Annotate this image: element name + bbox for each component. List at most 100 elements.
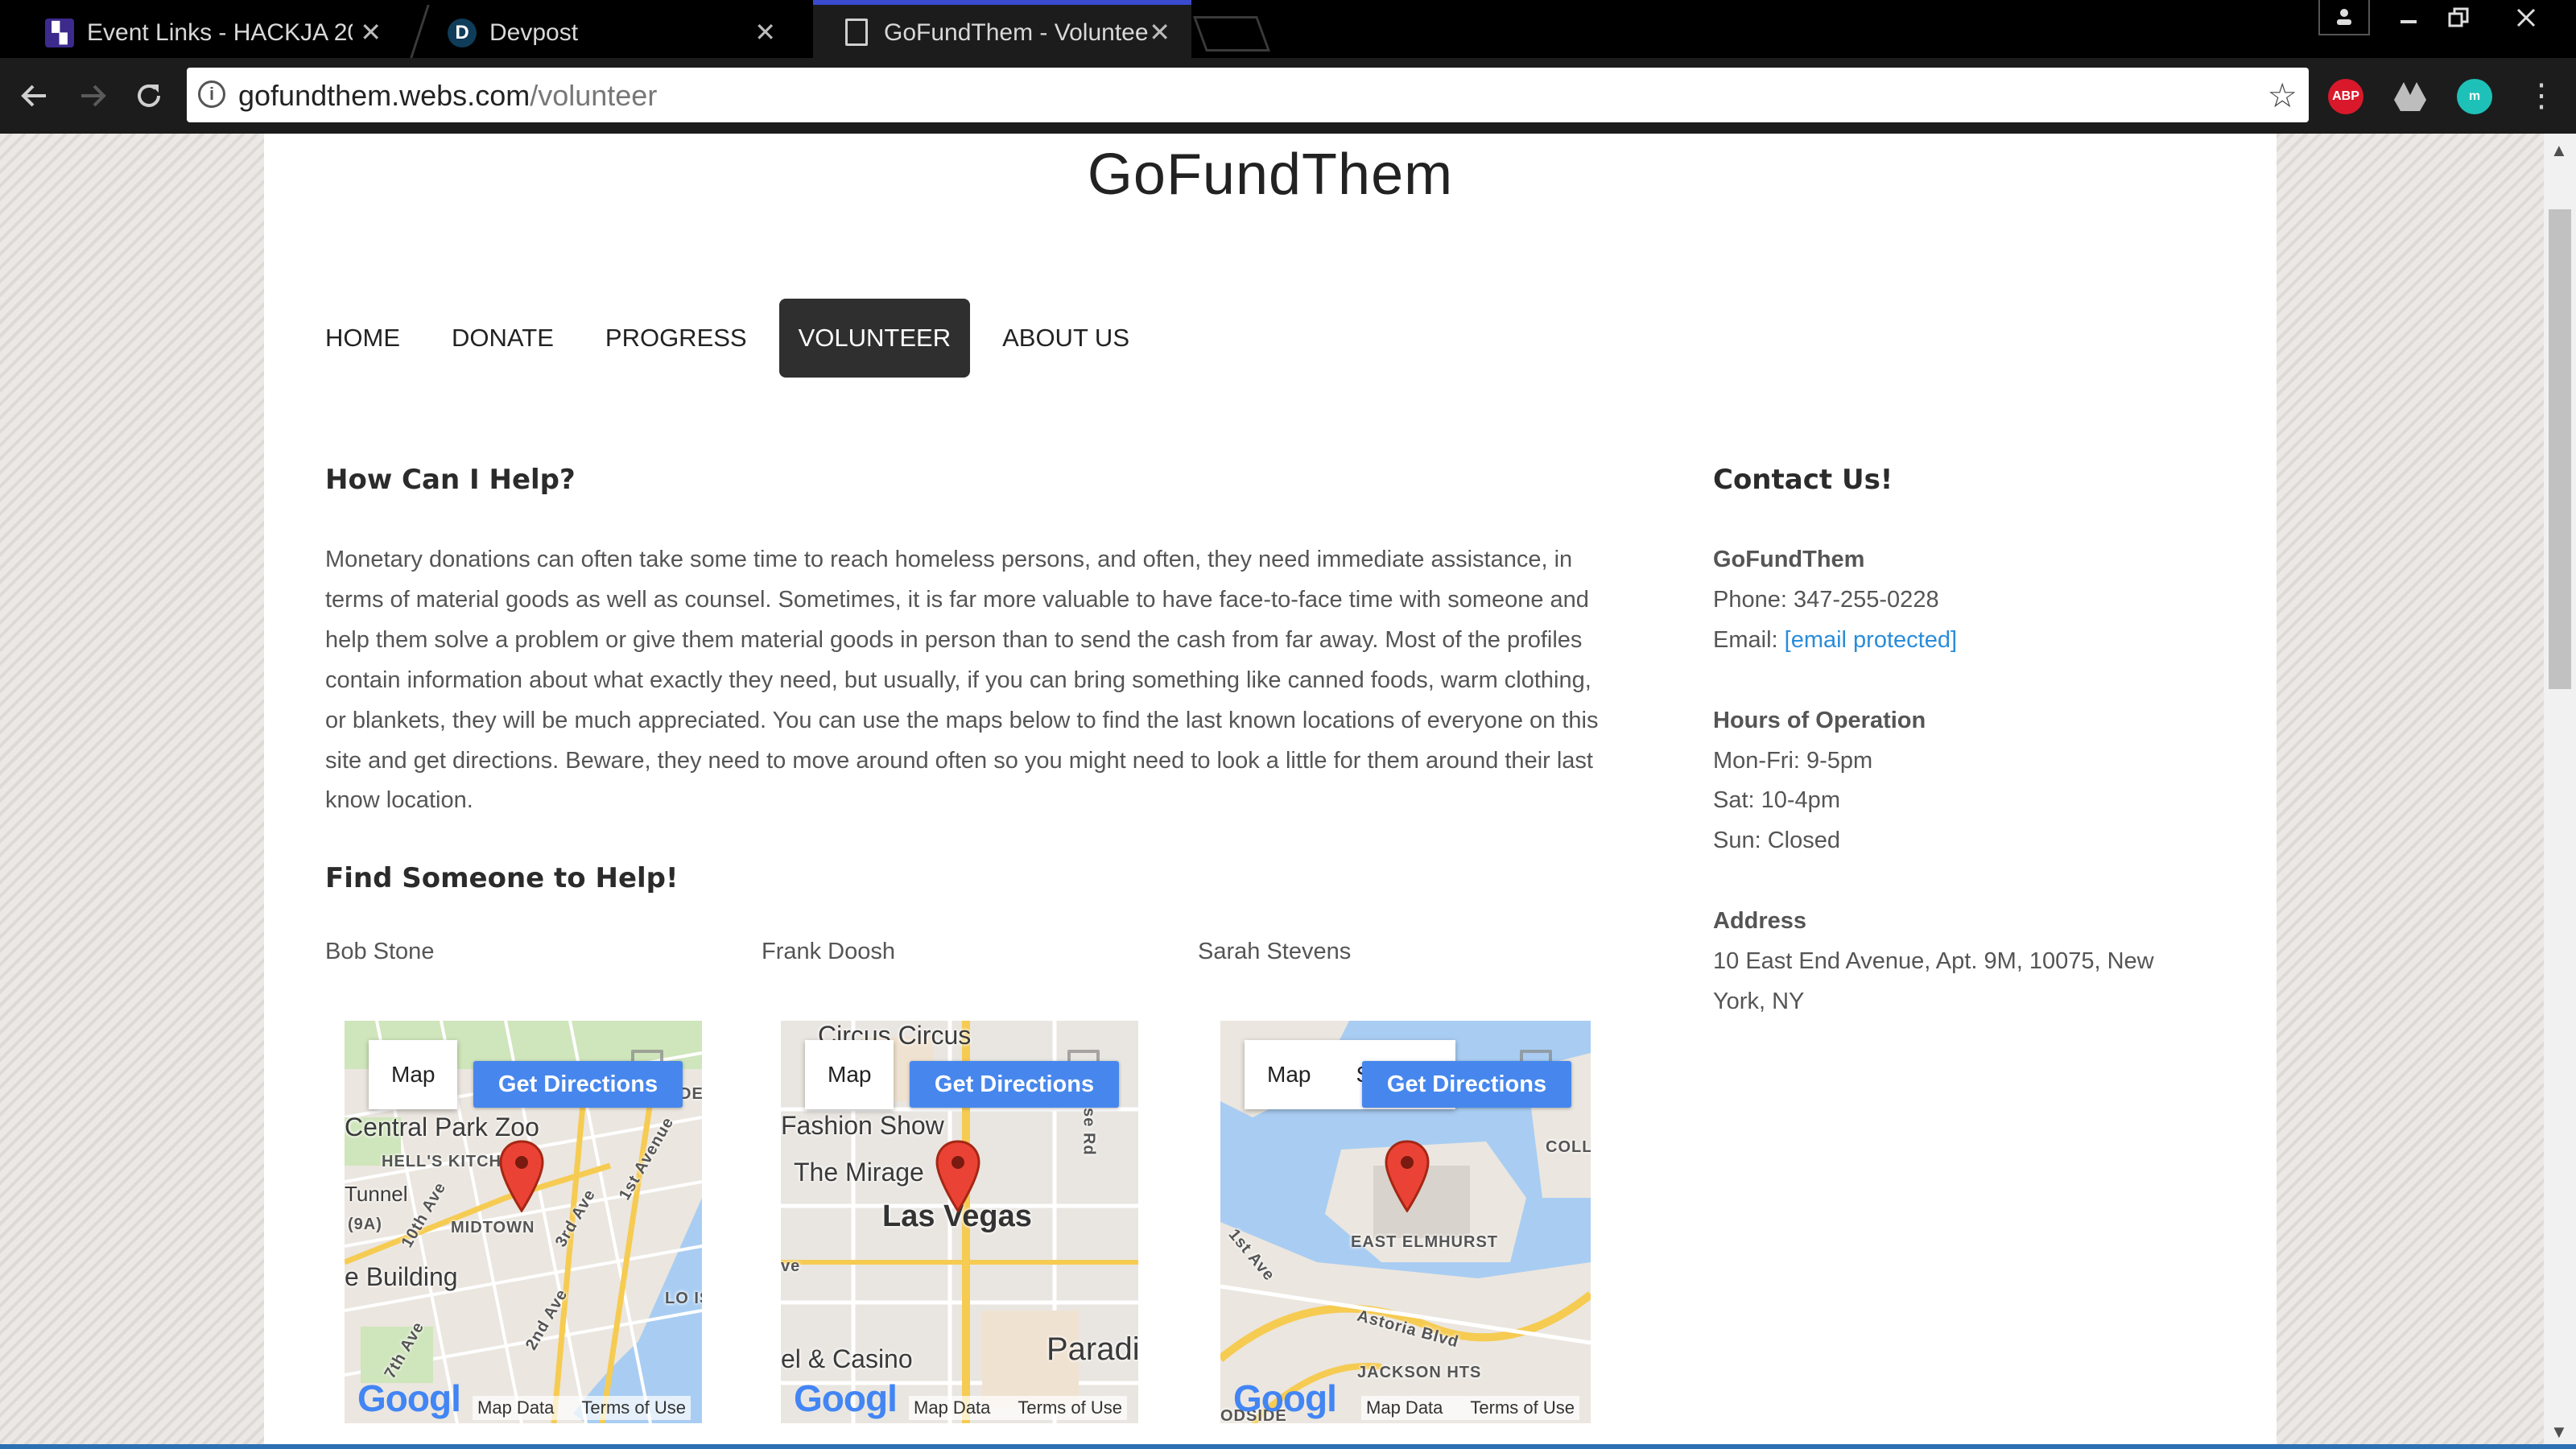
- bookmark-star-icon[interactable]: ☆: [2267, 76, 2297, 115]
- document-icon: [845, 19, 868, 46]
- map-bob-stone[interactable]: Central Park Zoo HELL'S KITCHEN Tunnel M…: [345, 1021, 702, 1423]
- page-scrollbar[interactable]: ▲ ▼: [2544, 134, 2576, 1449]
- map-pin-icon[interactable]: [1385, 1140, 1430, 1212]
- map-pin-icon[interactable]: [499, 1140, 544, 1212]
- tab-close-icon[interactable]: ✕: [360, 17, 382, 47]
- terms-link[interactable]: Terms of Use: [1018, 1397, 1122, 1418]
- map-label: Tunnel: [345, 1182, 408, 1206]
- map-data-link[interactable]: Map Data: [1366, 1397, 1443, 1418]
- google-logo: Googl: [794, 1377, 898, 1419]
- map-type-map[interactable]: Map: [369, 1062, 457, 1088]
- get-directions-button[interactable]: Get Directions: [910, 1061, 1119, 1108]
- close-window-icon[interactable]: [2500, 0, 2552, 35]
- tab-title: Event Links - HACKJA 20: [87, 19, 353, 46]
- map-type-map[interactable]: Map: [805, 1062, 894, 1088]
- terms-link[interactable]: Terms of Use: [581, 1397, 686, 1418]
- email-prefix: Email:: [1713, 626, 1785, 653]
- tab-strip: ▚ Event Links - HACKJA 20 ✕ D Devpost ✕ …: [0, 0, 2576, 58]
- map-label: EAST ELMHURST: [1351, 1233, 1498, 1251]
- hours-sunday: Sun: Closed: [1713, 828, 1840, 854]
- tab-separator: [410, 5, 430, 58]
- profile-icon[interactable]: [2318, 0, 2370, 35]
- main-nav: HOME DONATE PROGRESS VOLUNTEER ABOUT US: [320, 299, 1155, 378]
- info-icon[interactable]: i: [198, 80, 225, 108]
- map-label: ve: [781, 1257, 801, 1275]
- map-label: The Mirage: [794, 1158, 924, 1187]
- find-heading: Find Someone to Help!: [325, 862, 679, 894]
- map-label: e Building: [345, 1262, 458, 1291]
- person-name: Frank Doosh: [762, 939, 896, 964]
- menu-kebab-icon[interactable]: ⋮: [2520, 74, 2563, 118]
- email-link[interactable]: [email protected]: [1785, 627, 1957, 653]
- hours-saturday: Sat: 10-4pm: [1713, 787, 1840, 814]
- hackja-icon: ▚: [45, 19, 74, 47]
- map-type-map[interactable]: Map: [1245, 1062, 1333, 1088]
- google-drive-icon[interactable]: [2392, 79, 2428, 114]
- person-name: Sarah Stevens: [1198, 939, 1352, 964]
- map-attribution: Map Data Terms of Use: [1361, 1396, 1579, 1420]
- tab-close-icon[interactable]: ✕: [1149, 17, 1170, 47]
- contact-heading: Contact Us!: [1713, 464, 1893, 496]
- tab-devpost[interactable]: D Devpost ✕: [410, 5, 797, 58]
- map-label: DE: [679, 1085, 702, 1103]
- map-label: Paradi: [1046, 1331, 1138, 1367]
- map-frank-doosh[interactable]: Circus Circus Fashion Show The Mirage La…: [781, 1021, 1138, 1423]
- restore-icon[interactable]: [2433, 0, 2484, 35]
- extension-m-icon[interactable]: m: [2457, 79, 2492, 114]
- window-bottom-border: [0, 1444, 2576, 1449]
- map-type-control[interactable]: Map: [369, 1040, 458, 1109]
- scroll-up-arrow-icon[interactable]: ▲: [2550, 140, 2568, 161]
- nav-home[interactable]: HOME: [320, 299, 426, 378]
- new-tab-button[interactable]: [1192, 16, 1271, 52]
- get-directions-button[interactable]: Get Directions: [1362, 1061, 1571, 1108]
- terms-link[interactable]: Terms of Use: [1470, 1397, 1575, 1418]
- map-data-link[interactable]: Map Data: [477, 1397, 554, 1418]
- get-directions-button[interactable]: Get Directions: [473, 1061, 683, 1108]
- nav-progress[interactable]: PROGRESS: [580, 299, 773, 378]
- map-label: LO ISLAN: [665, 1290, 702, 1307]
- map-type-control[interactable]: Map: [805, 1040, 894, 1109]
- map-label: Fashion Show: [781, 1111, 944, 1140]
- map-label: el & Casino: [781, 1344, 913, 1373]
- forward-icon[interactable]: [71, 74, 114, 118]
- scroll-thumb[interactable]: [2549, 209, 2571, 689]
- map-pin-icon[interactable]: [935, 1140, 980, 1212]
- minimize-icon[interactable]: [2383, 0, 2434, 35]
- nav-volunteer[interactable]: VOLUNTEER: [778, 299, 971, 378]
- tab-event-links[interactable]: ▚ Event Links - HACKJA 20 ✕: [16, 5, 402, 58]
- map-label: MIDTOWN: [451, 1219, 535, 1236]
- map-attribution: Map Data Terms of Use: [909, 1396, 1127, 1420]
- google-logo: Googl: [357, 1377, 461, 1419]
- contact-phone: Phone: 347-255-0228: [1713, 586, 1939, 613]
- map-sarah-stevens[interactable]: COLL EAST ELMHURST 1st Ave Astoria Blvd …: [1220, 1021, 1591, 1423]
- scroll-down-arrow-icon[interactable]: ▼: [2550, 1422, 2568, 1443]
- browser-toolbar: i gofundthem.webs.com/volunteer ☆ ABP m …: [0, 58, 2576, 134]
- tab-gofundthem[interactable]: GoFundThem - Voluntee ✕: [813, 0, 1191, 58]
- reload-icon[interactable]: [127, 74, 171, 118]
- address-bar[interactable]: i gofundthem.webs.com/volunteer ☆: [187, 68, 2309, 122]
- nav-about-us[interactable]: ABOUT US: [976, 299, 1155, 378]
- address-heading: Address: [1713, 908, 1807, 935]
- url-text: gofundthem.webs.com/volunteer: [238, 79, 657, 113]
- nav-donate[interactable]: DONATE: [426, 299, 580, 378]
- help-paragraph: Monetary donations can often take some t…: [325, 547, 1599, 814]
- address-text: 10 East End Avenue, Apt. 9M, 10075, New …: [1713, 948, 2154, 1014]
- map-attribution: Map Data Terms of Use: [473, 1396, 691, 1420]
- map-data-link[interactable]: Map Data: [914, 1397, 990, 1418]
- help-heading: How Can I Help?: [325, 464, 576, 496]
- devpost-icon: D: [448, 19, 477, 47]
- tab-close-icon[interactable]: ✕: [754, 17, 776, 47]
- hours-weekday: Mon-Fri: 9-5pm: [1713, 747, 1873, 774]
- back-icon[interactable]: [13, 74, 56, 118]
- content-panel: GoFundThem HOME DONATE PROGRESS VOLUNTEE…: [264, 134, 2277, 1449]
- url-host: gofundthem.webs.com: [238, 79, 530, 112]
- map-label: COLL: [1546, 1138, 1591, 1156]
- map-label: JACKSON HTS: [1357, 1364, 1482, 1381]
- contact-block: GoFundThem Phone: 347-255-0228 Email: [e…: [1713, 540, 2212, 1022]
- contact-email: Email: [email protected]: [1713, 621, 2212, 661]
- contact-org: GoFundThem: [1713, 547, 1865, 572]
- site-title: GoFundThem: [1087, 142, 1454, 207]
- adblock-plus-icon[interactable]: ABP: [2328, 79, 2363, 114]
- page-viewport: GoFundThem HOME DONATE PROGRESS VOLUNTEE…: [0, 134, 2544, 1449]
- tab-title: Devpost: [489, 19, 579, 46]
